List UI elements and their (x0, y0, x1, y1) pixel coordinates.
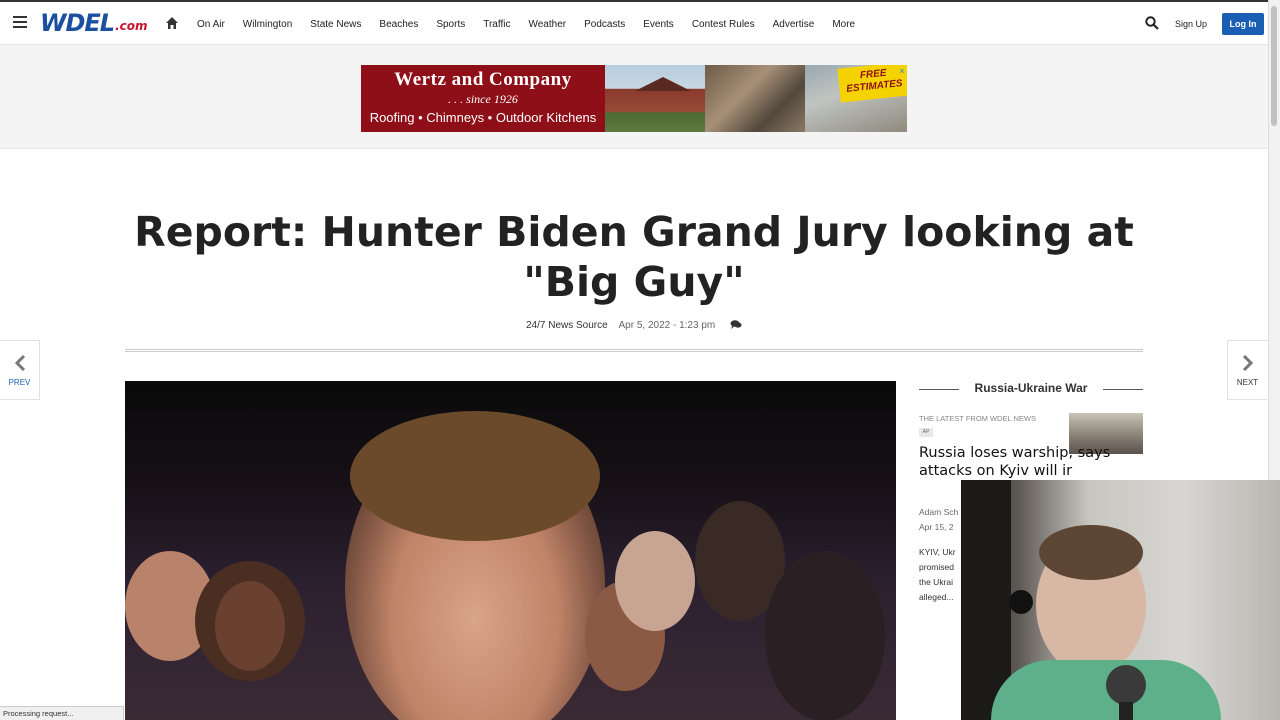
sidebar-story-date: Apr 15, 2 (919, 522, 954, 532)
ad-title: Wertz and Company (394, 69, 572, 90)
ad-close-icon[interactable]: × (897, 66, 907, 76)
nav-item-state-news[interactable]: State News (310, 19, 361, 30)
nav-item-podcasts[interactable]: Podcasts (584, 19, 625, 30)
mic-arm-knob (1009, 590, 1033, 614)
article-source[interactable]: 24/7 News Source (526, 320, 608, 331)
article-byline: 24/7 News Source Apr 5, 2022 - 1:23 pm (0, 320, 1268, 331)
nav-item-traffic[interactable]: Traffic (483, 19, 510, 30)
photo-person (615, 531, 695, 631)
sidebar-story-title[interactable]: Russia loses warship, says attacks on Ky… (919, 444, 1147, 480)
ad-kitchen-photo (705, 65, 805, 132)
next-article-button[interactable]: NEXT (1227, 340, 1267, 400)
ad-house-photo (605, 65, 705, 132)
excerpt-line: alleged... (919, 592, 954, 602)
sidebar-section-title[interactable]: Russia-Ukraine War (919, 381, 1143, 397)
nav-item-wilmington[interactable]: Wilmington (243, 19, 292, 30)
chevron-left-icon (14, 354, 25, 372)
article-date: Apr 5, 2022 - 1:23 pm (618, 320, 716, 331)
nav-item-weather[interactable]: Weather (528, 19, 566, 30)
byline-divider (125, 349, 1143, 352)
site-logo[interactable]: WDEL .com (40, 9, 148, 37)
source-tag: AP (919, 428, 933, 437)
log-in-button[interactable]: Log In (1222, 13, 1264, 35)
comments-icon[interactable] (730, 320, 742, 329)
sidebar-story-author: Adam Sch (919, 507, 959, 517)
ad-text-block: Wertz and Company . . . since 1926 Roofi… (361, 65, 605, 132)
sidebar-latest-label: THE LATEST FROM WDEL NEWS (919, 414, 1036, 423)
ad-since: . . . since 1926 (448, 92, 518, 106)
excerpt-line: promised (919, 562, 954, 572)
photo-person (765, 551, 885, 720)
webcam-hair (1039, 525, 1143, 580)
article-headline: Report: Hunter Biden Grand Jury looking … (134, 208, 1134, 306)
microphone-stand (1119, 702, 1133, 720)
nav-item-sports[interactable]: Sports (436, 19, 465, 30)
prev-label: PREV (8, 378, 31, 387)
search-icon[interactable] (1145, 16, 1159, 30)
next-label: NEXT (1236, 378, 1259, 387)
home-icon[interactable] (165, 16, 179, 30)
nav-item-contest-rules[interactable]: Contest Rules (692, 19, 755, 30)
nav-item-beaches[interactable]: Beaches (379, 19, 418, 30)
sidebar-story-excerpt: KYIV, Ukr promised the Ukrai alleged... (919, 545, 963, 605)
webcam-overlay (961, 480, 1280, 720)
logo-suffix: .com (115, 19, 148, 33)
top-navigation: WDEL .com On Air Wilmington State News B… (0, 0, 1268, 45)
nav-item-more[interactable]: More (832, 19, 855, 30)
excerpt-line: the Ukrai (919, 577, 954, 587)
browser-status-bar: Processing request... (0, 706, 124, 720)
article-photo (125, 381, 896, 720)
microphone-icon (1106, 665, 1146, 705)
banner-ad[interactable]: Wertz and Company . . . since 1926 Roofi… (361, 65, 907, 132)
main-nav: On Air Wilmington State News Beaches Spo… (197, 2, 873, 47)
ad-services: Roofing • Chimneys • Outdoor Kitchens (369, 110, 597, 125)
nav-item-advertise[interactable]: Advertise (773, 19, 815, 30)
sign-up-link[interactable]: Sign Up (1175, 19, 1207, 29)
nav-item-on-air[interactable]: On Air (197, 19, 225, 30)
excerpt-line: KYIV, Ukr (919, 547, 956, 557)
chevron-right-icon (1242, 354, 1253, 372)
photo-person (215, 581, 285, 671)
scrollbar-thumb[interactable] (1271, 6, 1277, 126)
photo-person (350, 411, 600, 541)
logo-text: WDEL (40, 9, 115, 37)
nav-item-events[interactable]: Events (643, 19, 674, 30)
prev-article-button[interactable]: PREV (0, 340, 40, 400)
menu-icon[interactable] (13, 16, 27, 28)
